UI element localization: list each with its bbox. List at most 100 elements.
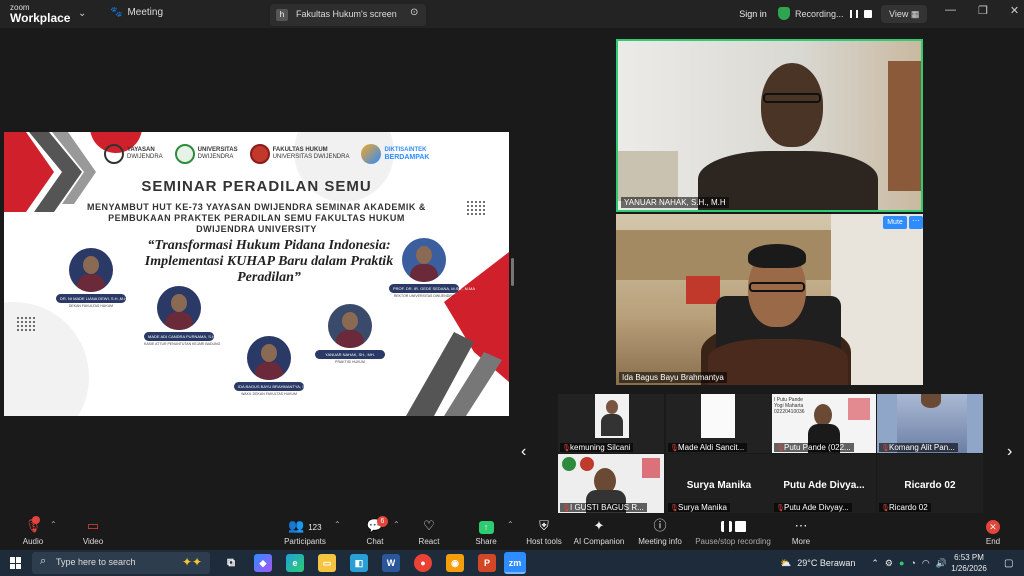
thumbnail-tile-no-video[interactable]: Ricardo 02 🎙Ricardo 02 [877,454,983,513]
bluetooth-icon[interactable]: ⚙ [885,558,893,569]
slide-resize-handle[interactable] [511,258,514,286]
chrome-browser-icon[interactable]: ● [414,554,432,572]
pause-recording-icon[interactable] [849,10,858,18]
mic-off-icon: 🎙 [881,505,890,512]
screen-share-tab[interactable]: h Fakultas Hukum's screen ⊙ [270,4,426,26]
participant-name: 🎙Ricardo 02 [879,503,931,512]
video-tile-active-speaker[interactable]: YANUAR NAHAK, S.H., M.H [616,39,923,212]
speaker-role: PRAKTISI HUKUM [335,360,365,364]
taskbar-search-input[interactable]: ⌕ Type here to search ✦✦ [32,552,210,574]
speaker-name: DR. NI MADE LIANA DEWI, S.H.,M.H [56,294,127,303]
end-call-icon: ✕ [978,518,1008,534]
more-button[interactable]: ⋯ More [786,518,816,546]
react-button[interactable]: ♡ React [414,518,444,546]
next-page-arrow-icon[interactable]: › [1007,443,1012,461]
previous-page-arrow-icon[interactable]: ‹ [521,443,526,461]
restore-icon[interactable]: ❐ [978,4,988,17]
speaker-role: REKTOR UNIVERSITAS DWIJENDRA [393,294,455,298]
task-view-icon[interactable]: ⧉ [222,554,240,572]
ai-companion-label: AI Companion [573,537,625,546]
participants-button[interactable]: 👥 123 Participants [282,518,328,546]
powerpoint-app-icon[interactable]: P [478,554,496,572]
glasses-icon [763,93,821,103]
weather-text[interactable]: 29°C Berawan [797,558,855,568]
figure-shirt [708,339,848,385]
close-icon[interactable]: ✕ [1010,4,1019,17]
thumbnail-tile[interactable]: 🎙kemuning Silcani [558,394,664,453]
thumbnail-tile[interactable]: 🎙Made Aldi Sancit... [666,394,772,453]
sign-in-button[interactable]: Sign in [733,5,773,23]
more-options-icon[interactable]: ⊙ [410,7,418,18]
thumbnail-tile-no-video[interactable]: Surya Manika 🎙Surya Manika [666,454,772,513]
host-tools-button[interactable]: ⛨ Host tools [524,518,564,546]
windows-start-icon[interactable] [10,557,22,569]
chevron-down-icon[interactable]: ⌄ [78,8,86,19]
audio-options-caret-icon[interactable]: ⌃ [50,520,57,529]
word-app-icon[interactable]: W [382,554,400,572]
react-label: React [418,537,440,546]
thumbnail-tile[interactable]: 🎙I GUSTI BAGUS R... [558,454,664,513]
thumbnail-tile-no-video[interactable]: Putu Ade Divya... 🎙Putu Ade Divyay... [772,454,876,513]
participant-name: 🎙I GUSTI BAGUS R... [560,503,647,512]
search-placeholder: Type here to search [56,557,136,567]
generic-app-icon[interactable]: ◉ [446,554,464,572]
video-tile[interactable]: Ida Bagus Bayu Brahmantya [616,214,923,385]
minimize-icon[interactable]: — [945,4,956,17]
end-button[interactable]: ✕ End [978,518,1008,546]
speaker-name: PROF. DR. IR. GEDE SEDANA, M.SC., M.MA [389,284,475,293]
video-shelf [618,151,678,201]
network-icon[interactable]: ◔ [910,558,915,568]
show-hidden-icons-icon[interactable]: ⌃ [871,558,879,569]
copilot-app-icon[interactable]: ◆ [254,554,272,572]
meeting-info-button[interactable]: ⓘ Meeting info [636,518,684,546]
stop-recording-icon[interactable] [863,10,872,18]
speaker-photo [157,286,201,330]
thumbnail-tile[interactable]: I Putu Pande Yogi Maharta 02220410036 🎙P… [772,394,876,453]
file-explorer-icon[interactable]: ▭ [318,554,336,572]
clock-time: 6:53 PM [954,553,984,562]
participant-name: YANUAR NAHAK, S.H., M.H [621,197,729,208]
weather-icon: ⛅ [780,557,792,568]
video-button[interactable]: ▭ Video [78,518,108,546]
speaker-photo [328,304,372,348]
logo-bottom-text: DWIJENDRA [197,154,234,160]
ai-companion-button[interactable]: ✦ AI Companion [572,518,626,546]
store-app-icon[interactable]: ◧ [350,554,368,572]
system-tray: ⛅ 29°C Berawan ⌃ ⚙ ● ◔ ◠ 🔊 [780,550,947,576]
fakultas-hukum-logo-icon [249,144,270,164]
thumb-slide-deco [642,458,660,478]
view-layout-icon: ▦ [910,9,920,19]
speaker-card: MADE ADI CANDRA PURNAMA, S.H. KASIE ATTU… [144,286,221,346]
participant-display-name: Putu Ade Divya... [783,480,865,491]
chat-options-caret-icon[interactable]: ⌃ [393,520,400,529]
share-screen-icon: ↑ [471,518,501,534]
speaker-role: KASIE ATTUR PENUNTUTAN KEJARI BADUNG [144,342,221,346]
participants-options-caret-icon[interactable]: ⌃ [334,520,341,529]
zoom-app-icon[interactable]: zm [504,552,526,574]
diktisaintek-logo-icon [361,144,382,164]
share-host-badge: h [276,9,288,21]
brand-workplace-label[interactable]: Workplace [10,11,70,25]
notification-icon[interactable]: ▢ [1004,558,1013,569]
thumb-logo-icon [562,457,576,471]
participant-name: 🎙Komang Alit Pan... [879,443,958,452]
mic-off-icon: 🎙 [776,505,785,512]
share-button[interactable]: ↑ Share [471,518,501,546]
security-shield-icon[interactable] [778,7,790,20]
meeting-menu-button[interactable]: 🐾 Meeting [110,7,163,18]
recording-indicator: Recording... [795,5,872,23]
view-button[interactable]: View ▦ [881,5,927,23]
mute-participant-button[interactable]: Mute [883,216,907,229]
slide-theme: “Transformasi Hukum Pidana Indonesia: Im… [144,238,394,285]
pause-stop-recording-button[interactable]: Pause/stop recording [694,518,772,546]
share-options-caret-icon[interactable]: ⌃ [507,520,514,529]
wifi-icon[interactable]: ◠ [922,558,930,569]
taskbar-clock[interactable]: 6:53 PM 1/26/2026 [946,552,992,574]
participant-name-text: Putu Ade Divyay... [784,503,849,512]
participant-name: 🎙Putu Ade Divyay... [774,503,852,512]
app-tray-icon[interactable]: ● [899,558,904,568]
participant-name: Ida Bagus Bayu Brahmantya [619,372,727,383]
thumbnail-tile[interactable]: 🎙Komang Alit Pan... [877,394,983,453]
participant-more-button[interactable]: ··· [909,216,923,229]
edge-browser-icon[interactable]: e [286,554,304,572]
